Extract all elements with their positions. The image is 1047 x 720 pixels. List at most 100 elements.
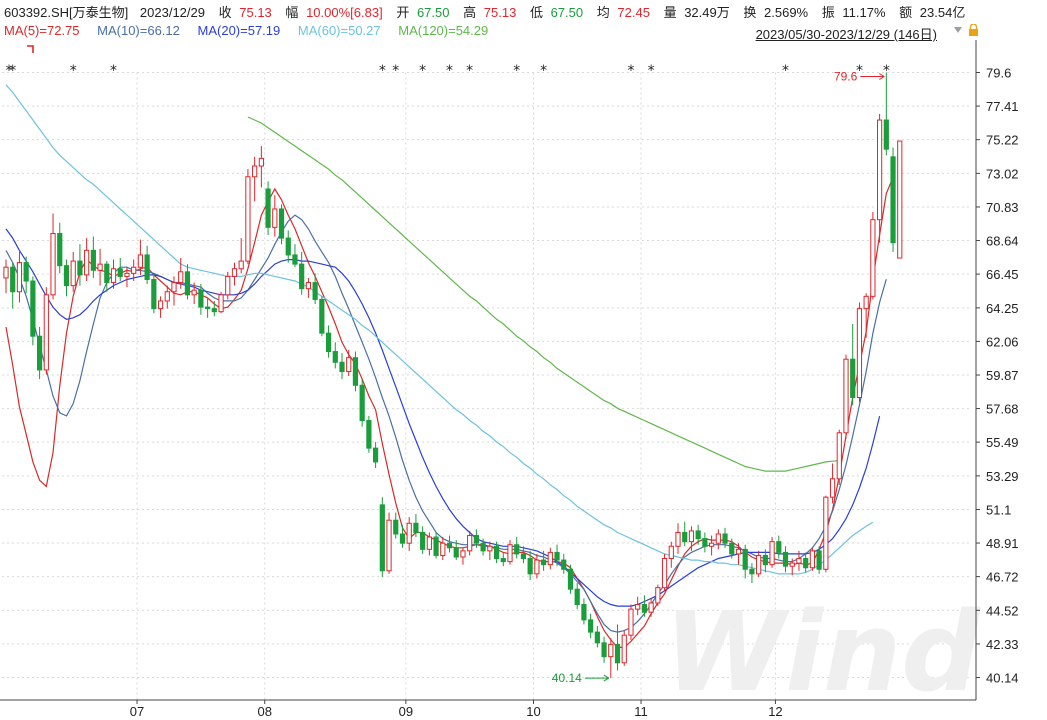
candle-body — [440, 542, 446, 556]
candle-down — [292, 244, 298, 268]
candle-up — [231, 262, 238, 286]
candle-body — [278, 208, 285, 239]
candle-body — [43, 294, 49, 371]
candle-down — [312, 273, 318, 305]
candle-down — [90, 236, 96, 278]
ma-line-ma60 — [5, 84, 874, 575]
event-star-marker[interactable]: * — [446, 63, 453, 79]
candle-body — [796, 558, 802, 564]
candle-down — [500, 552, 506, 567]
y-tick-label: 59.87 — [986, 368, 1019, 383]
candle-body — [352, 357, 359, 386]
candle-body — [715, 533, 721, 544]
candle-up — [843, 354, 849, 439]
candle-body — [863, 295, 869, 310]
event-star-marker[interactable]: * — [70, 63, 77, 79]
candle-body — [534, 559, 540, 575]
candle-body — [420, 531, 426, 550]
event-star-marker[interactable]: * — [627, 63, 634, 79]
candle-body — [319, 298, 325, 334]
event-star-marker[interactable]: * — [6, 63, 13, 79]
candle-down — [144, 245, 150, 285]
x-tick-label: 12 — [768, 704, 782, 719]
candle-body — [809, 550, 815, 569]
candle-body — [621, 634, 627, 664]
event-star-marker[interactable]: * — [540, 63, 547, 79]
corner-mark — [27, 45, 34, 53]
candle-body — [762, 554, 768, 566]
candle-up — [628, 604, 634, 640]
candle-down — [816, 546, 822, 574]
candle-body — [514, 544, 520, 555]
candle-down — [359, 379, 365, 427]
candle-up — [769, 537, 775, 568]
kline-chart[interactable]: Wind * * * * * * * * * * * * * * ** 79.640.14 79.677.4… — [0, 0, 1047, 720]
candle-body — [682, 531, 688, 543]
candle-body — [661, 558, 668, 589]
candle-down — [446, 535, 453, 553]
candle-up — [675, 523, 681, 554]
candle-body — [567, 568, 574, 590]
candle-down — [433, 532, 439, 559]
candle-down — [77, 244, 83, 286]
candle-body — [379, 504, 385, 572]
candle-body — [184, 271, 191, 296]
candle-body — [231, 268, 238, 277]
event-star-marker[interactable]: * — [513, 63, 520, 79]
candle-down — [890, 147, 896, 252]
candle-body — [823, 496, 829, 570]
candle-body — [722, 533, 728, 544]
candle-body — [30, 280, 36, 337]
candle-body — [648, 602, 654, 613]
candle-body — [890, 156, 896, 244]
candle-body — [856, 308, 863, 399]
candle-up — [346, 350, 352, 377]
candle-down — [393, 512, 399, 539]
candle-up — [829, 463, 836, 504]
candle-up — [225, 271, 231, 300]
candle-body — [97, 263, 103, 271]
event-star-marker[interactable]: * — [419, 63, 426, 79]
candle-down — [205, 297, 211, 318]
y-tick-label: 46.72 — [986, 570, 1019, 585]
candle-body — [614, 643, 621, 664]
y-tick-label: 66.45 — [986, 267, 1019, 282]
event-star-marker[interactable]: * — [782, 63, 789, 79]
candle-body — [500, 558, 506, 563]
y-tick-label: 44.52 — [986, 603, 1019, 618]
event-star-marker[interactable]: * — [648, 63, 655, 79]
candle-up — [218, 291, 224, 314]
candle-up — [84, 238, 90, 282]
candle-up — [621, 630, 627, 666]
candle-body — [359, 384, 365, 422]
candle-body — [205, 306, 211, 310]
candle-body — [453, 547, 459, 558]
candle-body — [547, 551, 553, 566]
candle-down — [702, 532, 708, 553]
event-star-marker[interactable]: * — [110, 63, 117, 79]
candle-up — [305, 277, 311, 298]
candle-body — [668, 545, 674, 560]
candle-up — [157, 296, 164, 318]
candle-body — [883, 119, 889, 150]
candle-body — [843, 358, 849, 434]
candle-up — [635, 596, 641, 616]
candle-up — [16, 251, 23, 303]
candle-body — [110, 268, 117, 284]
y-tick-label: 51.1 — [986, 502, 1011, 517]
candle-body — [178, 271, 184, 284]
candle-body — [520, 553, 527, 560]
candle-body — [50, 232, 56, 296]
event-star-marker[interactable]: * — [379, 63, 386, 79]
event-star-marker[interactable]: * — [392, 63, 399, 79]
candle-body — [339, 361, 345, 372]
corner-mark-glyph — [27, 45, 34, 53]
candle-down — [30, 276, 36, 346]
candle-body — [252, 165, 258, 178]
candle-body — [789, 562, 795, 567]
y-tick-label: 48.91 — [986, 536, 1019, 551]
event-star-marker[interactable]: * — [466, 63, 473, 79]
candle-body — [124, 272, 130, 277]
y-tick-label: 77.41 — [986, 99, 1019, 114]
candle-body — [729, 542, 735, 555]
